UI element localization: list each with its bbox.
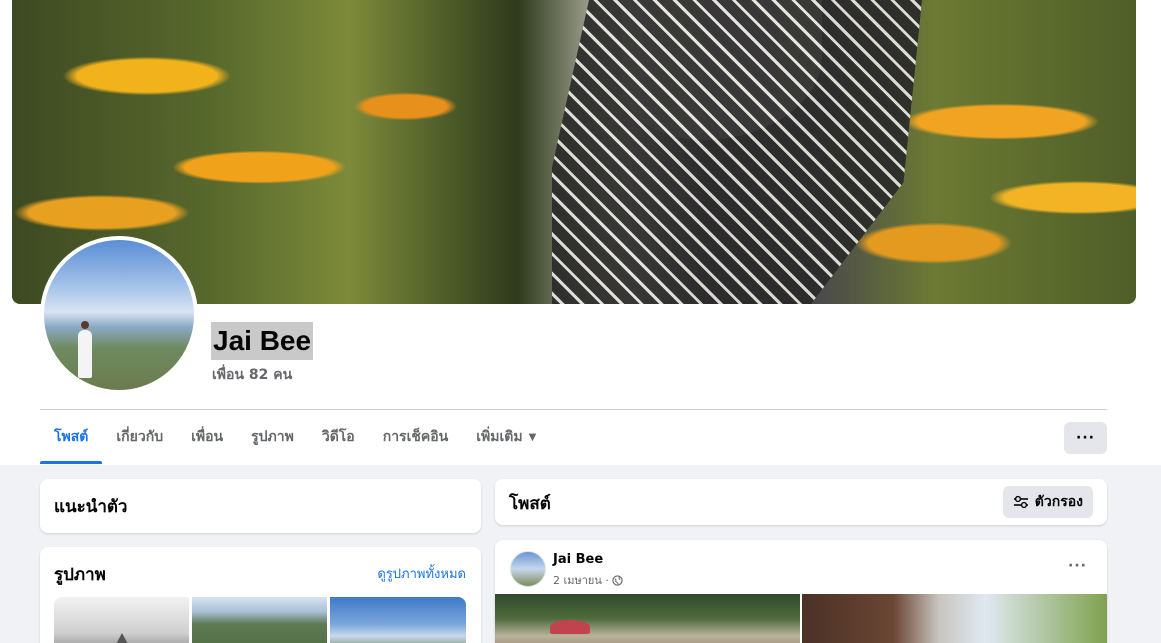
posts-header-card: โพสต์ ตัวกรอง	[495, 479, 1107, 525]
tab-posts[interactable]: โพสต์	[40, 410, 103, 464]
photo-thumbnail[interactable]	[330, 597, 466, 643]
filter-button[interactable]: ตัวกรอง	[1002, 486, 1093, 518]
globe-icon	[612, 574, 623, 586]
photo-thumbnail[interactable]	[54, 597, 189, 643]
photos-card: รูปภาพ ดูรูปภาพทั้งหมด	[40, 547, 481, 643]
posts-title: โพสต์	[509, 494, 551, 514]
tab-checkins-label: การเช็คอิน	[382, 429, 449, 445]
filter-button-label: ตัวกรอง	[1034, 494, 1083, 510]
tab-checkins[interactable]: การเช็คอิน	[369, 410, 463, 464]
tab-about[interactable]: เกี่ยวกับ	[102, 410, 177, 464]
avatar-person	[78, 321, 92, 378]
post-options-button[interactable]: ···	[1068, 558, 1087, 574]
tab-more-label: เพิ่มเติม	[476, 429, 523, 445]
post-photo[interactable]	[495, 594, 800, 643]
photos-title: รูปภาพ	[54, 565, 106, 585]
post-card: Jai Bee 2 เมษายน · ···	[495, 540, 1107, 643]
tab-videos-label: วิดีโอ	[321, 429, 355, 445]
tab-photos[interactable]: รูปภาพ	[237, 410, 308, 464]
more-options-button[interactable]: ···	[1064, 422, 1107, 454]
tab-videos[interactable]: วิดีโอ	[308, 410, 369, 464]
filter-icon	[1013, 495, 1028, 509]
tab-photos-label: รูปภาพ	[251, 429, 294, 445]
post-author-name[interactable]: Jai Bee	[553, 552, 603, 567]
post-author-avatar[interactable]	[510, 551, 546, 587]
post-photo[interactable]	[802, 594, 1107, 643]
photo-thumbnail[interactable]	[192, 597, 327, 643]
intro-card: แนะนำตัว	[40, 479, 481, 533]
intro-title: แนะนำตัว	[54, 497, 128, 517]
profile-tabs: โพสต์ เกี่ยวกับ เพื่อน รูปภาพ วิดีโอ การ…	[40, 410, 550, 464]
caret-down-icon: ▼	[528, 431, 537, 443]
cover-photo[interactable]	[12, 0, 1136, 304]
profile-header: Jai Bee เพื่อน 82 คน โพสต์ เกี่ยวกับ เพื…	[0, 0, 1161, 465]
tab-friends[interactable]: เพื่อน	[177, 410, 237, 464]
cover-photo-subject	[552, 0, 922, 304]
tab-about-label: เกี่ยวกับ	[116, 429, 164, 445]
see-all-photos-link[interactable]: ดูรูปภาพทั้งหมด	[377, 563, 466, 584]
post-date[interactable]: 2 เมษายน ·	[553, 571, 609, 589]
profile-name: Jai Bee	[211, 322, 314, 360]
friends-count[interactable]: เพื่อน 82 คน	[212, 364, 292, 386]
tab-posts-label: โพสต์	[54, 429, 89, 445]
post-meta: 2 เมษายน ·	[553, 571, 623, 589]
tab-friends-label: เพื่อน	[191, 429, 224, 445]
profile-avatar[interactable]	[40, 236, 198, 394]
tab-more[interactable]: เพิ่มเติม ▼	[462, 410, 550, 464]
